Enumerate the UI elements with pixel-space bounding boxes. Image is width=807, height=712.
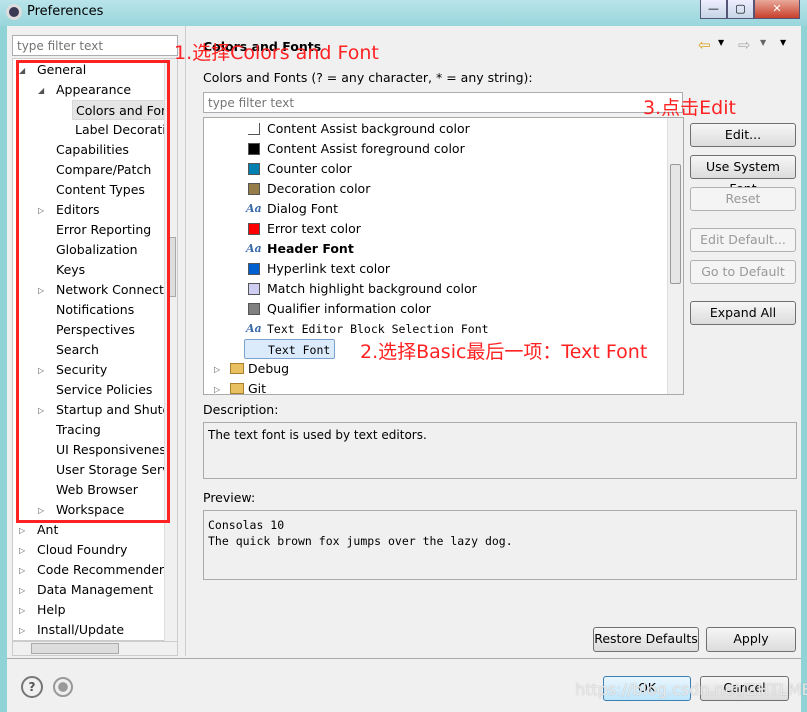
help-icon[interactable]: ? (21, 676, 43, 698)
annotation-step1: 1.选择Colors and Font (174, 42, 379, 64)
expand-all-button[interactable]: Expand All (690, 301, 796, 325)
view-menu-icon[interactable]: ▼ (780, 38, 786, 47)
color-swatch-icon (248, 303, 260, 315)
color-font-item[interactable]: Dialog Font (267, 199, 338, 219)
preview-label: Preview: (203, 490, 256, 505)
tree-item[interactable]: Data Management (37, 580, 153, 600)
restore-defaults-button[interactable]: Restore Defaults (593, 627, 699, 652)
edit-button[interactable]: Edit... (690, 123, 796, 147)
forward-dropdown-icon[interactable]: ▼ (760, 38, 766, 47)
collapsed-arrow-icon[interactable]: ▷ (19, 566, 25, 575)
colors-filter-input[interactable] (203, 92, 683, 113)
filter-label: Colors and Fonts (? = any character, * =… (203, 70, 533, 85)
color-swatch-icon (248, 263, 260, 275)
title-bar: Preferences — ▢ ✕ (0, 0, 807, 26)
preview-font-name: Consolas 10 (208, 518, 285, 532)
color-swatch-icon (248, 283, 260, 295)
use-system-font-button[interactable]: Use System Font (690, 155, 796, 196)
color-font-item[interactable]: Match highlight background color (267, 279, 477, 299)
tree-filter-input[interactable] (12, 35, 178, 56)
preferences-gear-icon (6, 4, 22, 20)
collapsed-arrow-icon[interactable]: ▷ (19, 586, 25, 595)
description-box: The text font is used by text editors. (203, 422, 797, 479)
color-font-item[interactable]: Qualifier information color (267, 299, 431, 319)
category-item[interactable]: Debug (248, 359, 289, 379)
maximize-button[interactable]: ▢ (727, 0, 754, 19)
collapsed-arrow-icon[interactable]: ▷ (19, 546, 25, 555)
description-text: The text font is used by text editors. (208, 428, 427, 442)
color-swatch-icon (248, 223, 260, 235)
folder-icon (230, 383, 244, 394)
collapsed-arrow-icon[interactable]: ▷ (19, 526, 25, 535)
color-swatch-icon (248, 143, 260, 155)
font-icon: Aa (246, 242, 262, 255)
scroll-thumb[interactable] (670, 164, 681, 284)
tree-item[interactable]: Code Recommenders (37, 560, 171, 580)
window-title: Preferences (27, 4, 104, 19)
folder-icon (230, 363, 244, 374)
preview-box: Consolas 10 The quick brown fox jumps ov… (203, 510, 797, 580)
collapsed-arrow-icon[interactable]: ▷ (19, 606, 25, 615)
apply-button[interactable]: Apply (706, 627, 796, 652)
color-font-item[interactable]: Text Font (244, 339, 336, 359)
collapsed-arrow-icon[interactable]: ▷ (214, 365, 220, 374)
category-item[interactable]: Git (248, 379, 266, 394)
close-button[interactable]: ✕ (754, 0, 800, 19)
color-font-item[interactable]: Hyperlink text color (267, 259, 390, 279)
color-font-item[interactable]: Error text color (267, 219, 361, 239)
minimize-button[interactable]: — (700, 0, 727, 19)
footer-divider (7, 658, 801, 659)
description-label: Description: (203, 402, 279, 417)
font-icon: Aa (246, 202, 262, 215)
scroll-thumb[interactable] (31, 643, 119, 654)
collapsed-arrow-icon[interactable]: ▷ (214, 385, 220, 394)
back-arrow-icon[interactable]: ⇦ (698, 36, 711, 54)
tree-item[interactable]: Ant (37, 520, 58, 540)
forward-arrow-icon[interactable]: ⇨ (738, 36, 751, 54)
preview-sample-text: The quick brown fox jumps over the lazy … (208, 534, 513, 548)
tree-item[interactable]: Help (37, 600, 66, 620)
color-font-item[interactable]: Counter color (267, 159, 352, 179)
color-swatch-icon (248, 123, 260, 135)
annotation-step3: 3.点击Edit (643, 97, 736, 119)
color-swatch-icon (248, 163, 260, 175)
collapsed-arrow-icon[interactable]: ▷ (19, 626, 25, 635)
edit-default-button[interactable]: Edit Default... (690, 228, 796, 252)
back-dropdown-icon[interactable]: ▼ (718, 38, 724, 47)
font-icon: Aa (246, 322, 262, 335)
tree-horizontal-scrollbar[interactable] (12, 641, 178, 656)
go-to-default-button[interactable]: Go to Default (690, 260, 796, 284)
annotation-highlight-box (16, 60, 170, 523)
color-font-item[interactable]: Content Assist background color (267, 119, 470, 139)
annotation-step2: 2.选择Basic最后一项：Text Font (360, 341, 648, 363)
color-font-item[interactable]: Header Font (267, 239, 354, 259)
color-font-item[interactable]: Decoration color (267, 179, 370, 199)
splitter[interactable] (185, 26, 186, 656)
tree-item[interactable]: Install/Update (37, 620, 124, 640)
color-font-item[interactable]: Content Assist foreground color (267, 139, 465, 159)
watermark: https://blog.csdn.net/ZHTLMBC (575, 680, 807, 699)
tree-item[interactable]: Cloud Foundry (37, 540, 127, 560)
color-swatch-icon (248, 183, 260, 195)
color-font-item[interactable]: Text Editor Block Selection Font (267, 319, 489, 339)
list-vertical-scrollbar[interactable] (667, 118, 683, 394)
record-icon[interactable] (53, 677, 73, 697)
reset-button[interactable]: Reset (690, 187, 796, 211)
